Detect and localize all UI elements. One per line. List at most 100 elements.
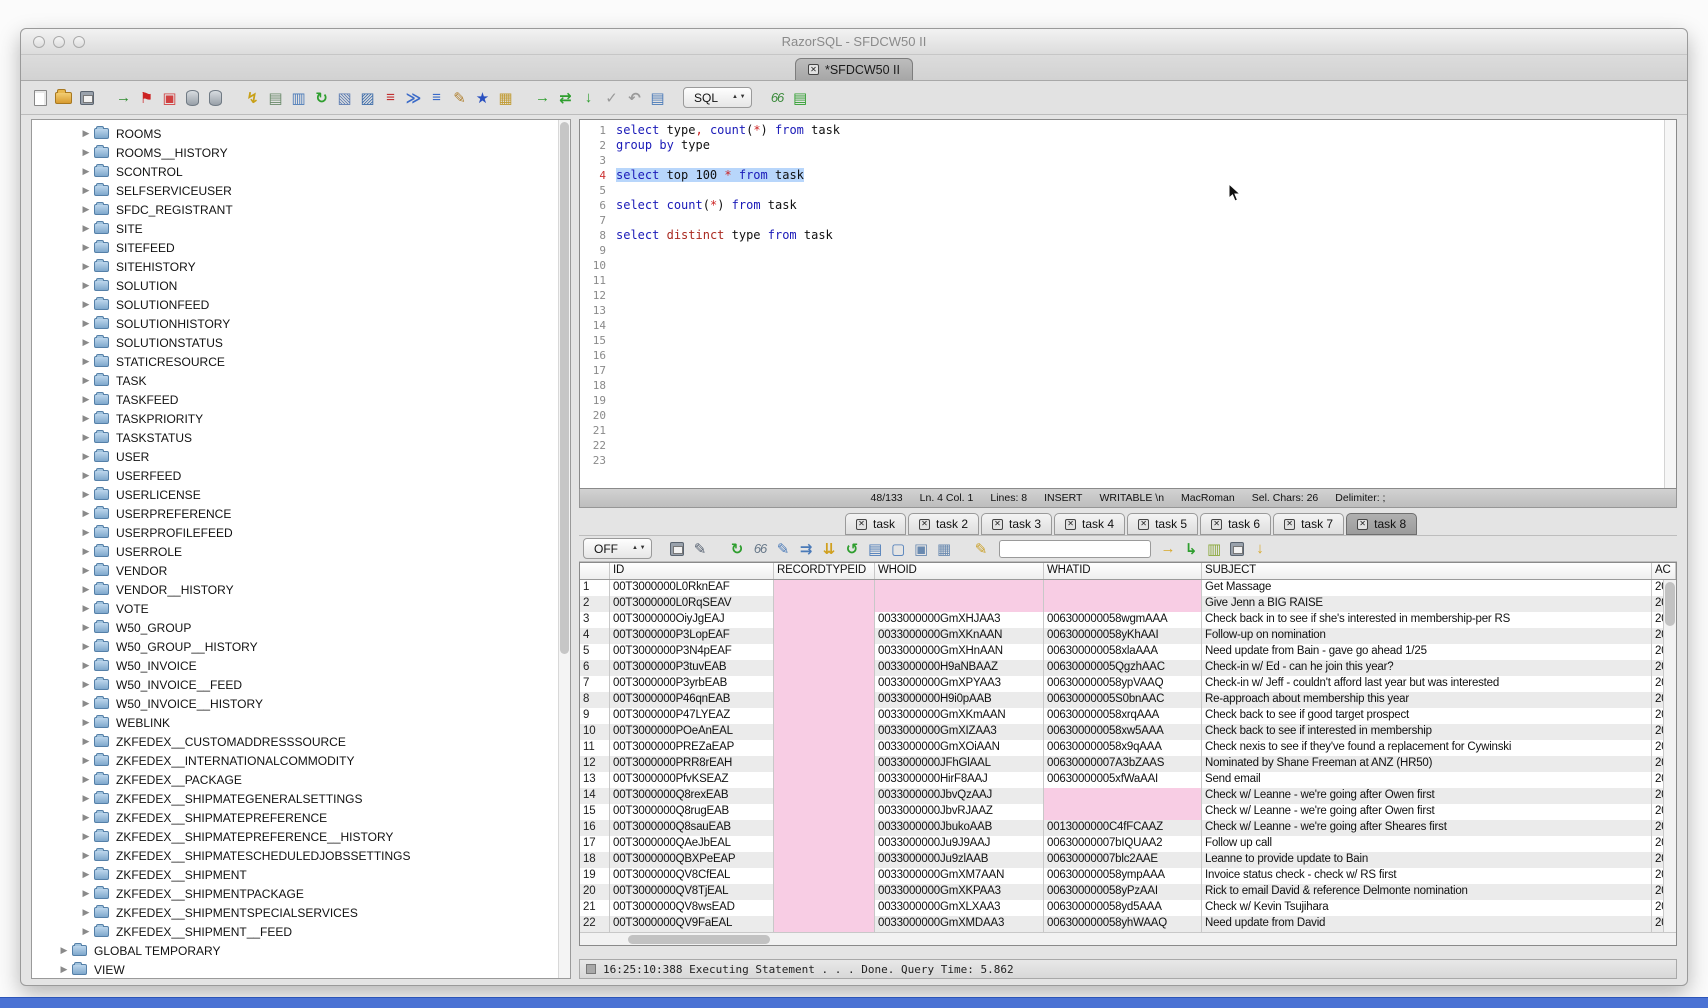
expand-triangle-icon[interactable]: ▶ <box>78 185 94 196</box>
expand-triangle-icon[interactable]: ▶ <box>78 603 94 614</box>
expand-triangle-icon[interactable]: ▶ <box>78 356 94 367</box>
expand-triangle-icon[interactable]: ▶ <box>78 413 94 424</box>
red-list-icon[interactable]: ≡ <box>379 86 402 109</box>
tree-item-solutionstatus[interactable]: ▶SOLUTIONSTATUS <box>32 333 570 352</box>
disconnect-flag-icon[interactable]: ⚑ <box>135 86 158 109</box>
expand-triangle-icon[interactable]: ▶ <box>78 337 94 348</box>
expand-triangle-icon[interactable]: ▶ <box>78 394 94 405</box>
tree-item-w50_invoice__feed[interactable]: ▶W50_INVOICE__FEED <box>32 675 570 694</box>
commit-icon[interactable]: ✓ <box>600 86 623 109</box>
column-header-RECORDTYPEID[interactable]: RECORDTYPEID <box>774 563 875 579</box>
column-header-rownum[interactable] <box>580 563 610 579</box>
close-tab-icon[interactable]: ✕ <box>1357 519 1368 530</box>
result-tab-task-8[interactable]: ✕task 8 <box>1346 513 1417 535</box>
export-results-icon[interactable]: ↳ <box>1180 537 1203 560</box>
tree-item-solution[interactable]: ▶SOLUTION <box>32 276 570 295</box>
result-tab-task-3[interactable]: ✕task 3 <box>981 513 1052 535</box>
tree-item-zkfedex__package[interactable]: ▶ZKFEDEX__PACKAGE <box>32 770 570 789</box>
expand-triangle-icon[interactable]: ▶ <box>78 565 94 576</box>
column-header-WHATID[interactable]: WHATID <box>1044 563 1202 579</box>
result-tab-task[interactable]: ✕task <box>845 513 906 535</box>
tree-item-zkfedex__shipment__feed[interactable]: ▶ZKFEDEX__SHIPMENT__FEED <box>32 922 570 941</box>
reload-query-icon[interactable]: ↺ <box>841 537 864 560</box>
tree-item-global temporary[interactable]: ▶GLOBAL TEMPORARY <box>32 941 570 960</box>
table-row[interactable]: 1900T3000000QV8CfEAL0033000000GmXM7AAN00… <box>580 868 1676 884</box>
table-row[interactable]: 600T3000000P3tuvEAB0033000000H9aNBAAZ006… <box>580 660 1676 676</box>
expand-triangle-icon[interactable]: ▶ <box>78 812 94 823</box>
tree-item-userpreference[interactable]: ▶USERPREFERENCE <box>32 504 570 523</box>
tree-item-vendor__history[interactable]: ▶VENDOR__HISTORY <box>32 580 570 599</box>
tree-item-taskfeed[interactable]: ▶TASKFEED <box>32 390 570 409</box>
execute-all-icon[interactable]: ⇄ <box>554 86 577 109</box>
expand-triangle-icon[interactable]: ▶ <box>78 375 94 386</box>
tree-item-taskpriority[interactable]: ▶TASKPRIORITY <box>32 409 570 428</box>
save-grid-icon[interactable] <box>1226 537 1249 560</box>
lightning-execute-icon[interactable]: ↯ <box>241 86 264 109</box>
results-vscrollbar-thumb[interactable] <box>1665 582 1675 626</box>
save-results-icon[interactable] <box>666 537 689 560</box>
open-file-icon[interactable] <box>52 86 75 109</box>
tree-item-zkfedex__shipmatescheduledjobssettings[interactable]: ▶ZKFEDEX__SHIPMATESCHEDULEDJOBSSETTINGS <box>32 846 570 865</box>
table-row[interactable]: 900T3000000P47LYEAZ0033000000GmXKmAAN006… <box>580 708 1676 724</box>
table-row[interactable]: 1300T3000000PfvKSEAZ0033000000HirF8AAJ00… <box>580 772 1676 788</box>
expand-triangle-icon[interactable]: ▶ <box>78 660 94 671</box>
expand-triangle-icon[interactable]: ▶ <box>78 584 94 595</box>
expand-triangle-icon[interactable]: ▶ <box>78 280 94 291</box>
expand-triangle-icon[interactable]: ▶ <box>78 698 94 709</box>
expand-triangle-icon[interactable]: ▶ <box>78 717 94 728</box>
expand-triangle-icon[interactable]: ▶ <box>78 850 94 861</box>
table-star-icon[interactable]: ▦ <box>494 86 517 109</box>
column-header-AC[interactable]: AC <box>1652 563 1676 579</box>
table-row[interactable]: 1500T3000000Q8rugEAB0033000000JbvRJAAZCh… <box>580 804 1676 820</box>
tree-scrollbar[interactable] <box>558 120 570 978</box>
notebook-icon[interactable]: ▧ <box>333 86 356 109</box>
column-header-WHOID[interactable]: WHOID <box>875 563 1044 579</box>
connect-icon[interactable]: → <box>112 86 135 109</box>
status-stop-icon[interactable] <box>586 964 596 974</box>
search-input[interactable] <box>999 540 1151 558</box>
column-header-ID[interactable]: ID <box>610 563 774 579</box>
find-next-icon[interactable]: → <box>1157 537 1180 560</box>
tree-item-zkfedex__shipmatepreference__history[interactable]: ▶ZKFEDEX__SHIPMATEPREFERENCE__HISTORY <box>32 827 570 846</box>
column-header-SUBJECT[interactable]: SUBJECT <box>1202 563 1652 579</box>
tree-item-w50_group[interactable]: ▶W50_GROUP <box>32 618 570 637</box>
table-row[interactable]: 400T3000000P3LopEAF0033000000GmXKnAAN006… <box>580 628 1676 644</box>
table-row[interactable]: 2200T3000000QV9FaEAL0033000000GmXMDAA300… <box>580 916 1676 932</box>
close-tab-icon[interactable]: ✕ <box>856 519 867 530</box>
tree-item-rooms[interactable]: ▶ROOMS <box>32 124 570 143</box>
tree-item-zkfedex__internationalcommodity[interactable]: ▶ZKFEDEX__INTERNATIONALCOMMODITY <box>32 751 570 770</box>
execute-fetch-icon[interactable]: ↓ <box>577 86 600 109</box>
expand-triangle-icon[interactable]: ▶ <box>78 622 94 633</box>
format-align-icon[interactable]: ≡ <box>425 86 448 109</box>
expand-triangle-icon[interactable]: ▶ <box>78 907 94 918</box>
close-tab-icon[interactable]: ✕ <box>919 519 930 530</box>
auto-complete-icon[interactable]: 66 <box>766 86 789 109</box>
save-file-icon[interactable] <box>75 86 98 109</box>
copy-rows-icon[interactable]: ▣ <box>910 537 933 560</box>
tree-item-weblink[interactable]: ▶WEBLINK <box>32 713 570 732</box>
describe-doc-icon[interactable]: ▤ <box>646 86 669 109</box>
tree-item-w50_invoice[interactable]: ▶W50_INVOICE <box>32 656 570 675</box>
editor-scrollbar[interactable] <box>1664 120 1676 488</box>
tree-item-user[interactable]: ▶USER <box>32 447 570 466</box>
close-tab-icon[interactable]: ✕ <box>1211 519 1222 530</box>
abort-query-icon[interactable]: ▣ <box>158 86 181 109</box>
form-view-icon[interactable]: ▤ <box>264 86 287 109</box>
table-row[interactable]: 1700T3000000QAeJbEAL0033000000Ju9J9AAJ00… <box>580 836 1676 852</box>
tree-item-task[interactable]: ▶TASK <box>32 371 570 390</box>
table-row[interactable]: 1200T3000000PRR8rEAH0033000000JFhGlAAL00… <box>580 756 1676 772</box>
rollback-icon[interactable]: ↶ <box>623 86 646 109</box>
table-row[interactable]: 1800T3000000QBXPeEAP0033000000Ju9zlAAB00… <box>580 852 1676 868</box>
expand-triangle-icon[interactable]: ▶ <box>78 755 94 766</box>
copy-table-icon[interactable]: ▦ <box>933 537 956 560</box>
tree-item-sitefeed[interactable]: ▶SITEFEED <box>32 238 570 257</box>
favorites-star-icon[interactable]: ★ <box>471 86 494 109</box>
expand-triangle-icon[interactable]: ▶ <box>78 831 94 842</box>
table-row[interactable]: 800T3000000P46qnEAB0033000000H9i0pAAB006… <box>580 692 1676 708</box>
expand-triangle-icon[interactable]: ▶ <box>78 299 94 310</box>
expand-triangle-icon[interactable]: ▶ <box>78 242 94 253</box>
table-row[interactable]: 500T3000000P3N4pEAF0033000000GmXHnAAN006… <box>580 644 1676 660</box>
results-hscrollbar[interactable] <box>580 932 1676 945</box>
tree-item-zkfedex__shipment[interactable]: ▶ZKFEDEX__SHIPMENT <box>32 865 570 884</box>
tree-item-userrole[interactable]: ▶USERROLE <box>32 542 570 561</box>
